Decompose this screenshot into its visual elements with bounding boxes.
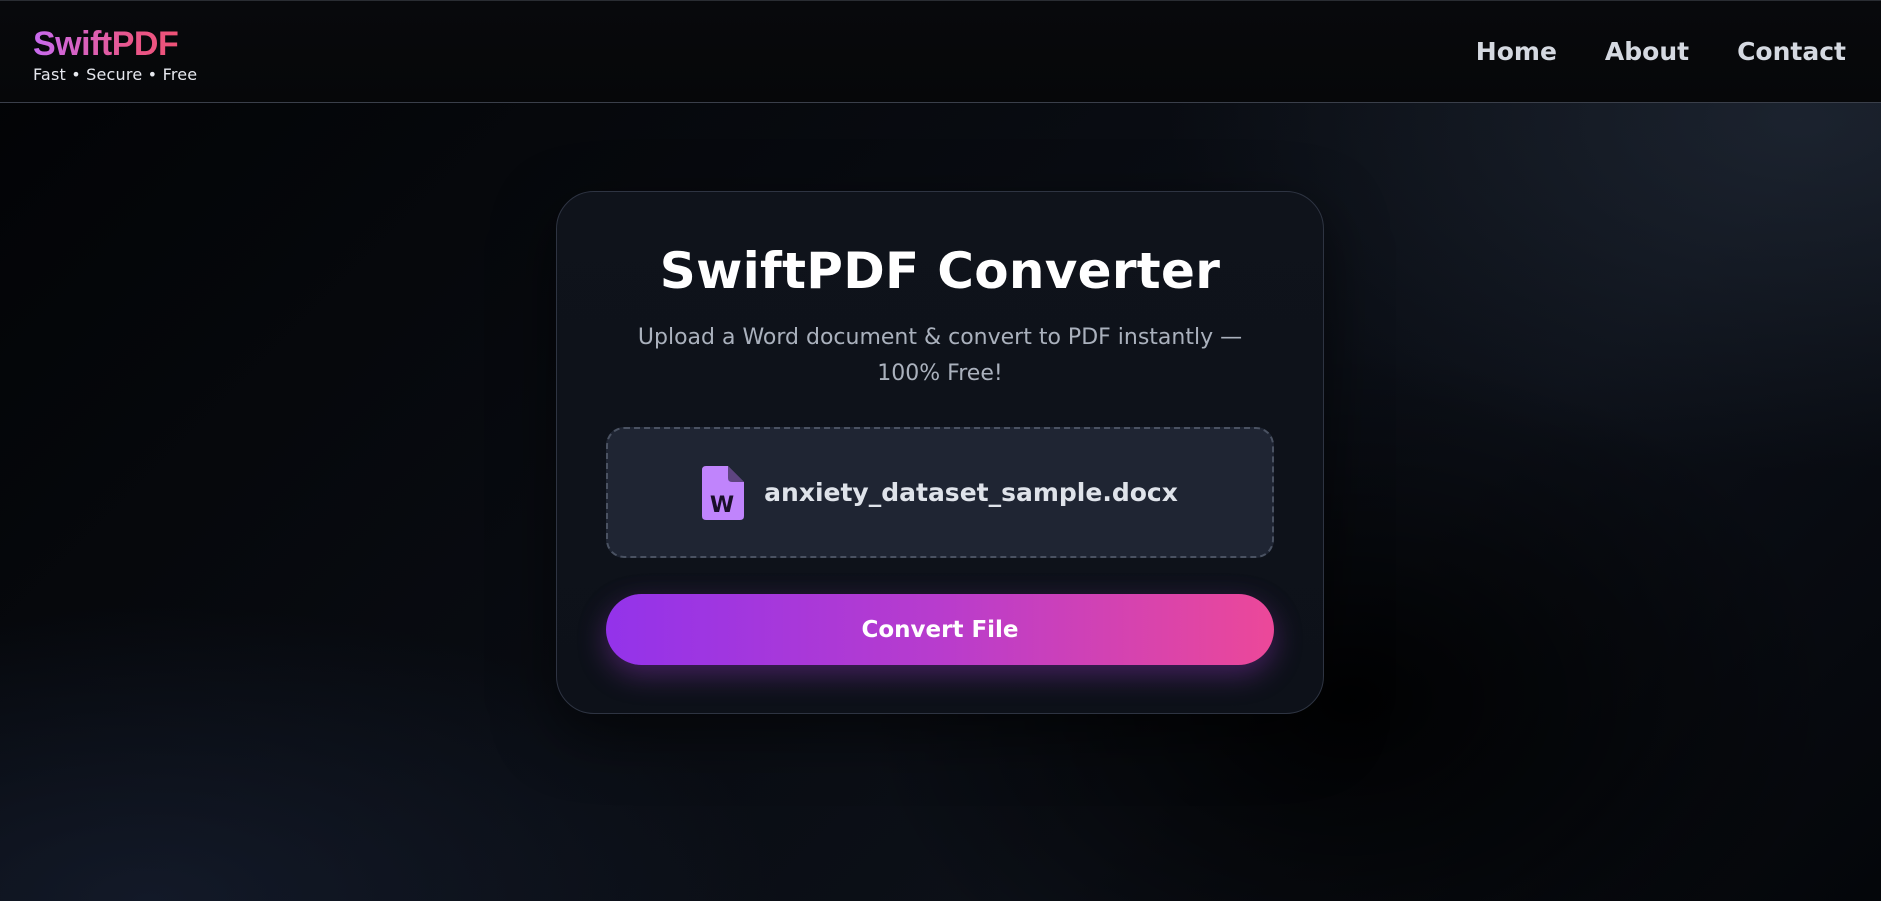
main-nav: Home About Contact bbox=[1476, 37, 1846, 66]
page-title: SwiftPDF Converter bbox=[659, 242, 1221, 300]
brand-logo[interactable]: SwiftPDF bbox=[33, 25, 197, 63]
page-subtitle: Upload a Word document & convert to PDF … bbox=[637, 325, 1243, 386]
nav-contact-link[interactable]: Contact bbox=[1737, 37, 1846, 66]
word-file-icon: W bbox=[702, 465, 745, 520]
word-file-icon-letter: W bbox=[710, 493, 734, 518]
converter-card: SwiftPDF Converter Upload a Word documen… bbox=[556, 191, 1324, 714]
site-header: SwiftPDF Fast • Secure • Free Home About… bbox=[0, 0, 1881, 103]
selected-file-name: anxiety_dataset_sample.docx bbox=[764, 478, 1178, 507]
brand-tagline: Fast • Secure • Free bbox=[33, 65, 198, 84]
file-dropzone[interactable]: W anxiety_dataset_sample.docx bbox=[606, 427, 1274, 558]
nav-home-link[interactable]: Home bbox=[1476, 37, 1557, 66]
convert-file-button[interactable]: Convert File bbox=[606, 594, 1274, 665]
brand[interactable]: SwiftPDF Fast • Secure • Free bbox=[33, 25, 197, 84]
nav-about-link[interactable]: About bbox=[1605, 37, 1689, 66]
